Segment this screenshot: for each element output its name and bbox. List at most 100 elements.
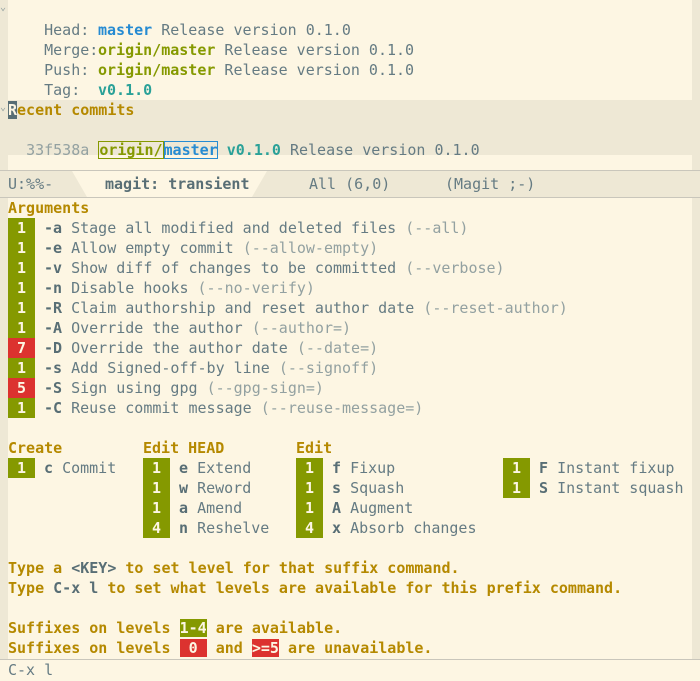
level-badge: 4 [296, 518, 323, 538]
command-key[interactable]: A [332, 499, 341, 517]
help-text: Suffixes on levels [8, 619, 180, 637]
create-command[interactable]: 1c Commit [8, 458, 116, 478]
merge-branch[interactable]: origin/master [98, 41, 215, 59]
head-branch[interactable]: master [98, 21, 152, 39]
command-key[interactable]: e [179, 459, 188, 477]
argument-key[interactable]: -n [44, 279, 62, 297]
help-text: and [206, 639, 252, 657]
argument-description: Show diff of changes to be committed [62, 259, 406, 277]
level-badge: 4 [143, 518, 170, 538]
argument-row[interactable]: 1 -R Claim authorship and reset author da… [8, 298, 568, 318]
available-levels-badge: 1-4 [179, 619, 207, 637]
edit-head-command[interactable]: 1a Amend [143, 498, 242, 518]
help-text: Type a [8, 559, 72, 577]
command-label: Squash [350, 479, 405, 497]
help-key: <KEY> [71, 559, 117, 577]
command-label: Amend [197, 499, 243, 517]
chevron-down-icon[interactable]: ⌄ [0, 102, 6, 113]
push-branch[interactable]: origin/master [98, 61, 215, 79]
argument-row[interactable]: 1 -A Override the author (--author=) [8, 318, 351, 338]
level-badge: 1 [8, 238, 35, 258]
argument-description: Allow empty commit [62, 239, 243, 257]
push-line[interactable]: Push: origin/master Release version 0.1.0 [8, 40, 414, 79]
level-badge: 1 [8, 218, 35, 238]
level-badge: 1 [296, 458, 323, 478]
argument-row[interactable]: 1 -v Show diff of changes to be committed… [8, 258, 505, 278]
help-text: are available. [206, 619, 343, 637]
level-badge: 1 [143, 498, 170, 518]
cursor: R [8, 101, 18, 119]
command-key[interactable]: x [332, 519, 341, 537]
command-key[interactable]: S [539, 479, 548, 497]
recent-commits-heading-text: ecent commits [17, 101, 135, 119]
edit-command[interactable]: 1s Squash [296, 478, 404, 498]
level-badge: 1 [503, 478, 530, 498]
level-badge: 1 [8, 318, 35, 338]
head-line[interactable]: Head: master Release version 0.1.0 [8, 0, 351, 39]
edit-command[interactable]: 1f Fixup [296, 458, 395, 478]
left-fringe [0, 0, 8, 660]
edit-head-command[interactable]: 4n Reshelve [143, 518, 269, 538]
argument-row[interactable]: 1 -n Disable hooks (--no-verify) [8, 278, 315, 298]
commit-row[interactable]: 33f538a origin/master v0.1.0 Release ver… [8, 120, 480, 159]
argument-row[interactable]: 5 -S Sign using gpg (--gpg-sign=) [8, 378, 324, 398]
right-fringe [692, 0, 700, 660]
level-badge: 1 [296, 478, 323, 498]
edit-command[interactable]: 1A Augment [296, 498, 413, 518]
argument-description: Sign using gpg [62, 379, 207, 397]
argument-key[interactable]: -D [44, 339, 62, 357]
command-key[interactable]: F [539, 459, 548, 477]
level-badge: 1 [8, 458, 35, 478]
argument-key[interactable]: -C [44, 399, 62, 417]
argument-key[interactable]: -e [44, 239, 62, 257]
argument-key[interactable]: -S [44, 379, 62, 397]
argument-row[interactable]: 1 -e Allow empty commit (--allow-empty) [8, 238, 378, 258]
mode-line-mode[interactable]: (Magit ;-) [445, 171, 535, 197]
command-label: Augment [350, 499, 414, 517]
argument-key[interactable]: -a [44, 219, 62, 237]
remote-prefix: origin/ [98, 141, 164, 159]
argument-key[interactable]: -s [44, 359, 62, 377]
edit-command[interactable]: 4x Absorb changes [296, 518, 477, 538]
argument-flag: (--allow-empty) [242, 239, 379, 257]
mode-line-buffer-name[interactable]: magit: transient [105, 171, 250, 197]
argument-key[interactable]: -A [44, 319, 62, 337]
command-key[interactable]: a [179, 499, 188, 517]
tag-line[interactable]: Tag: v0.1.0 [8, 60, 152, 99]
commit-hash[interactable]: 33f538a [26, 141, 89, 159]
create-heading: Create [8, 439, 63, 457]
command-label: Fixup [350, 459, 396, 477]
argument-flag: (--signoff) [278, 359, 379, 377]
argument-row[interactable]: 1 -s Add Signed-off-by line (--signoff) [8, 358, 378, 378]
echo-area: C-x l [0, 659, 700, 681]
command-key[interactable]: f [332, 459, 341, 477]
argument-flag: (--author=) [251, 319, 352, 337]
echo-text: C-x l [8, 661, 54, 679]
chevron-down-icon[interactable]: ⌄ [0, 2, 6, 13]
argument-flag: (--no-verify) [197, 279, 315, 297]
argument-description: Override the author date [62, 339, 297, 357]
recent-commits-heading[interactable]: Recent commits [8, 100, 134, 120]
argument-key[interactable]: -v [44, 259, 62, 277]
level-badge: 1 [8, 258, 35, 278]
commit-message: Release version 0.1.0 [280, 141, 480, 159]
command-key[interactable]: n [179, 519, 188, 537]
command-key[interactable]: c [44, 459, 53, 477]
edit-head-command[interactable]: 1w Reword [143, 478, 251, 498]
argument-row[interactable]: 7 -D Override the author date (--date=) [8, 338, 378, 358]
edit-command[interactable]: 1S Instant squash [503, 478, 684, 498]
help-line-levels: Type C-x l to set what levels are availa… [8, 578, 622, 598]
argument-flag: (--all) [405, 219, 469, 237]
edit-head-command[interactable]: 1e Extend [143, 458, 251, 478]
command-key[interactable]: w [179, 479, 188, 497]
arguments-heading: Arguments [8, 199, 90, 217]
help-text: to set level for that suffix command. [116, 559, 460, 577]
edit-command[interactable]: 1F Instant fixup [503, 458, 674, 478]
argument-row[interactable]: 1 -a Stage all modified and deleted files… [8, 218, 468, 238]
argument-key[interactable]: -R [44, 299, 62, 317]
command-key[interactable]: s [332, 479, 341, 497]
merge-line[interactable]: Merge: origin/master Release version 0.1.… [8, 20, 414, 59]
tag-value[interactable]: v0.1.0 [98, 81, 152, 99]
argument-row[interactable]: 1 -C Reuse commit message (--reuse-messag… [8, 398, 423, 418]
level-badge: 7 [8, 338, 35, 358]
